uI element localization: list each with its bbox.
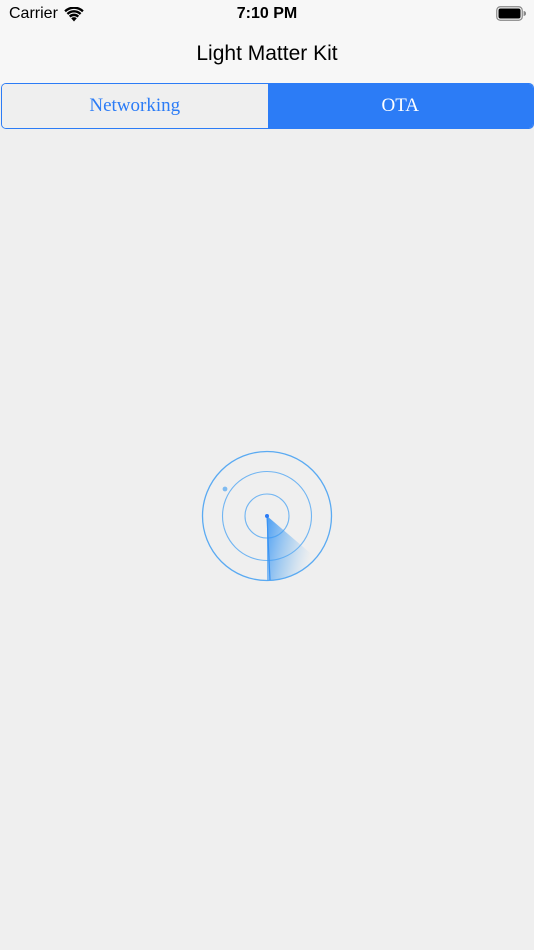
- radar-blip: [222, 486, 228, 492]
- segmented-control: Networking OTA: [1, 83, 534, 129]
- radar-sweep: [267, 516, 316, 581]
- battery-icon: [496, 6, 526, 21]
- radar-scan-icon: [201, 450, 333, 582]
- tab-networking[interactable]: Networking: [2, 84, 268, 128]
- status-bar: Carrier 7:10 PM: [0, 0, 534, 28]
- page-title: Light Matter Kit: [196, 42, 338, 65]
- clock: 7:10 PM: [236, 5, 298, 22]
- tab-ota[interactable]: OTA: [267, 84, 533, 128]
- screen: Carrier 7:10 PM Light Matter Kit Network…: [0, 0, 534, 950]
- radar-center-dot: [265, 514, 269, 518]
- top-bar: Carrier 7:10 PM Light Matter Kit: [0, 0, 534, 84]
